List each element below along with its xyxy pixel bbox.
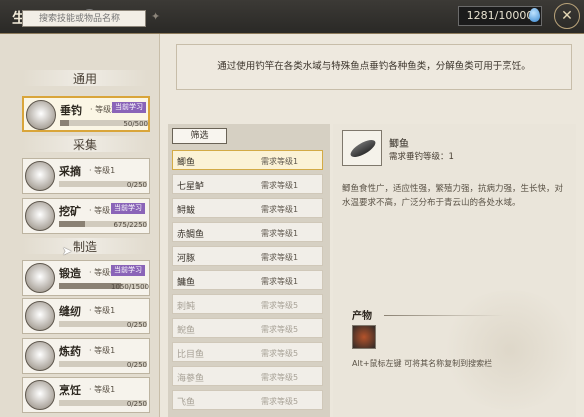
recipe-name: 鳙鱼 <box>177 278 196 288</box>
skill-level: · 等级1 <box>89 166 116 175</box>
skill-name: 挖矿 <box>59 205 81 218</box>
recipe-requirement: 需求等级5 <box>261 397 299 406</box>
recipe-name: 鲵鱼 <box>177 326 196 336</box>
skill-card-alchemy[interactable]: 炼药 · 等级1 0/250 <box>22 338 150 374</box>
recipe-name: 刺鲀 <box>177 302 196 312</box>
cooking-pot-icon <box>25 380 55 410</box>
skill-level: · 等级1 <box>89 385 116 394</box>
skill-badge: 当前学习 <box>112 102 146 113</box>
sparkle-icon[interactable]: ✦ <box>151 10 160 23</box>
search-input[interactable] <box>22 10 146 27</box>
recipe-name: 鲟鲅 <box>177 206 196 216</box>
products-heading: 产物 <box>352 311 372 322</box>
pickaxe-icon <box>25 201 55 231</box>
section-craft: 制造 <box>22 238 148 254</box>
needle-icon <box>25 301 55 331</box>
skill-name: 垂钓 <box>60 104 82 117</box>
background-decoration <box>440 290 580 410</box>
recipe-name: 七星鲈 <box>177 182 205 192</box>
recipe-requirement: 需求等级5 <box>261 373 299 382</box>
divider <box>384 315 504 316</box>
mouse-cursor-icon: ➤ <box>62 244 73 258</box>
skill-progress: 675/2250 <box>113 221 147 229</box>
recipe-row[interactable]: 河豚 需求等级1 <box>172 246 323 266</box>
recipe-row[interactable]: 鲫鱼 需求等级1 <box>172 150 323 170</box>
recipe-name: 比目鱼 <box>177 350 205 360</box>
recipe-name: 赤鲷鱼 <box>177 230 205 240</box>
recipe-requirement: 需求等级5 <box>261 325 299 334</box>
energy-icon <box>529 8 540 22</box>
skill-card-cooking[interactable]: 烹饪 · 等级1 0/250 <box>22 377 150 413</box>
skill-card-picking[interactable]: 采摘 · 等级1 0/250 <box>22 158 150 194</box>
recipe-requirement: 需求等级1 <box>261 277 299 286</box>
recipe-row[interactable]: 鲵鱼 需求等级5 <box>172 318 323 338</box>
recipe-name: 飞鱼 <box>177 398 196 408</box>
skill-name: 缝纫 <box>59 305 81 318</box>
recipe-row[interactable]: 刺鲀 需求等级5 <box>172 294 323 314</box>
fish-icon <box>342 130 382 166</box>
skill-badge: 当前学习 <box>111 265 145 276</box>
product-tip: Alt+鼠标左键 可将其名称复制到搜索栏 <box>352 359 493 368</box>
recipe-row[interactable]: 海蔘鱼 需求等级5 <box>172 366 323 386</box>
leaf-icon <box>25 161 55 191</box>
skill-name: 烹饪 <box>59 384 81 397</box>
skill-progress: 0/250 <box>126 400 147 408</box>
recipe-row[interactable]: 比目鱼 需求等级5 <box>172 342 323 362</box>
recipe-requirement: 需求等级5 <box>261 301 299 310</box>
recipe-requirement: 需求等级1 <box>261 229 299 238</box>
skill-description: 通过使用钓竿在各类水域与特殊鱼点垂钓各种鱼类，分解鱼类可用于烹饪。 <box>176 44 572 90</box>
skill-badge: 当前学习 <box>111 203 145 214</box>
skill-card-sewing[interactable]: 缝纫 · 等级1 0/250 <box>22 298 150 334</box>
recipe-name: 鲫鱼 <box>177 158 196 168</box>
recipe-requirement: 需求等级1 <box>261 157 299 166</box>
skill-progress: 50/500 <box>123 120 148 128</box>
skill-level: · 等级1 <box>89 346 116 355</box>
product-item-icon[interactable] <box>352 325 376 349</box>
recipe-requirement: 需求等级1 <box>261 205 299 214</box>
fishing-icon <box>26 100 56 130</box>
section-general: 通用 <box>22 70 148 86</box>
recipe-name: 河豚 <box>177 254 196 264</box>
section-gather: 采集 <box>22 136 148 152</box>
recipe-row[interactable]: 赤鲷鱼 需求等级1 <box>172 222 323 242</box>
skill-progress: 0/250 <box>126 181 147 189</box>
anvil-icon <box>25 263 55 293</box>
recipe-requirement: 需求等级5 <box>261 349 299 358</box>
filter-button[interactable]: 筛选 <box>172 128 227 144</box>
recipe-requirement: 需求等级1 <box>261 181 299 190</box>
skill-name: 炼药 <box>59 345 81 358</box>
recipe-requirement: 需求等级1 <box>261 253 299 262</box>
skill-card-fishing[interactable]: 垂钓 · 等级2 当前学习 50/500 <box>22 96 150 132</box>
skill-name: 锻造 <box>59 267 81 280</box>
close-icon[interactable]: ✕ <box>554 3 580 29</box>
skill-level: · 等级1 <box>89 306 116 315</box>
recipe-row[interactable]: 七星鲈 需求等级1 <box>172 174 323 194</box>
recipe-row[interactable]: 鳙鱼 需求等级1 <box>172 270 323 290</box>
skill-card-mining[interactable]: 挖矿 · 等级12 当前学习 675/2250 <box>22 198 150 234</box>
skill-name: 采摘 <box>59 165 81 178</box>
skill-progress: 1050/1500 <box>111 283 149 291</box>
recipe-row[interactable]: 飞鱼 需求等级5 <box>172 390 323 410</box>
skill-progress: 0/250 <box>126 321 147 329</box>
detail-item-name: 鲫鱼 <box>389 139 409 150</box>
detail-description: 鲫鱼食性广，适应性强，繁殖力强，抗病力强，生长快，对水温要求不高，广泛分布于青云… <box>342 184 564 208</box>
detail-requirement: 需求垂钓等级：1 <box>389 152 454 162</box>
recipe-row[interactable]: 鲟鲅 需求等级1 <box>172 198 323 218</box>
skill-progress: 0/250 <box>126 361 147 369</box>
skill-card-forging[interactable]: 锻造 · 等级6 当前学习 1050/1500 <box>22 260 150 296</box>
recipe-name: 海蔘鱼 <box>177 374 205 384</box>
mortar-icon <box>25 341 55 371</box>
